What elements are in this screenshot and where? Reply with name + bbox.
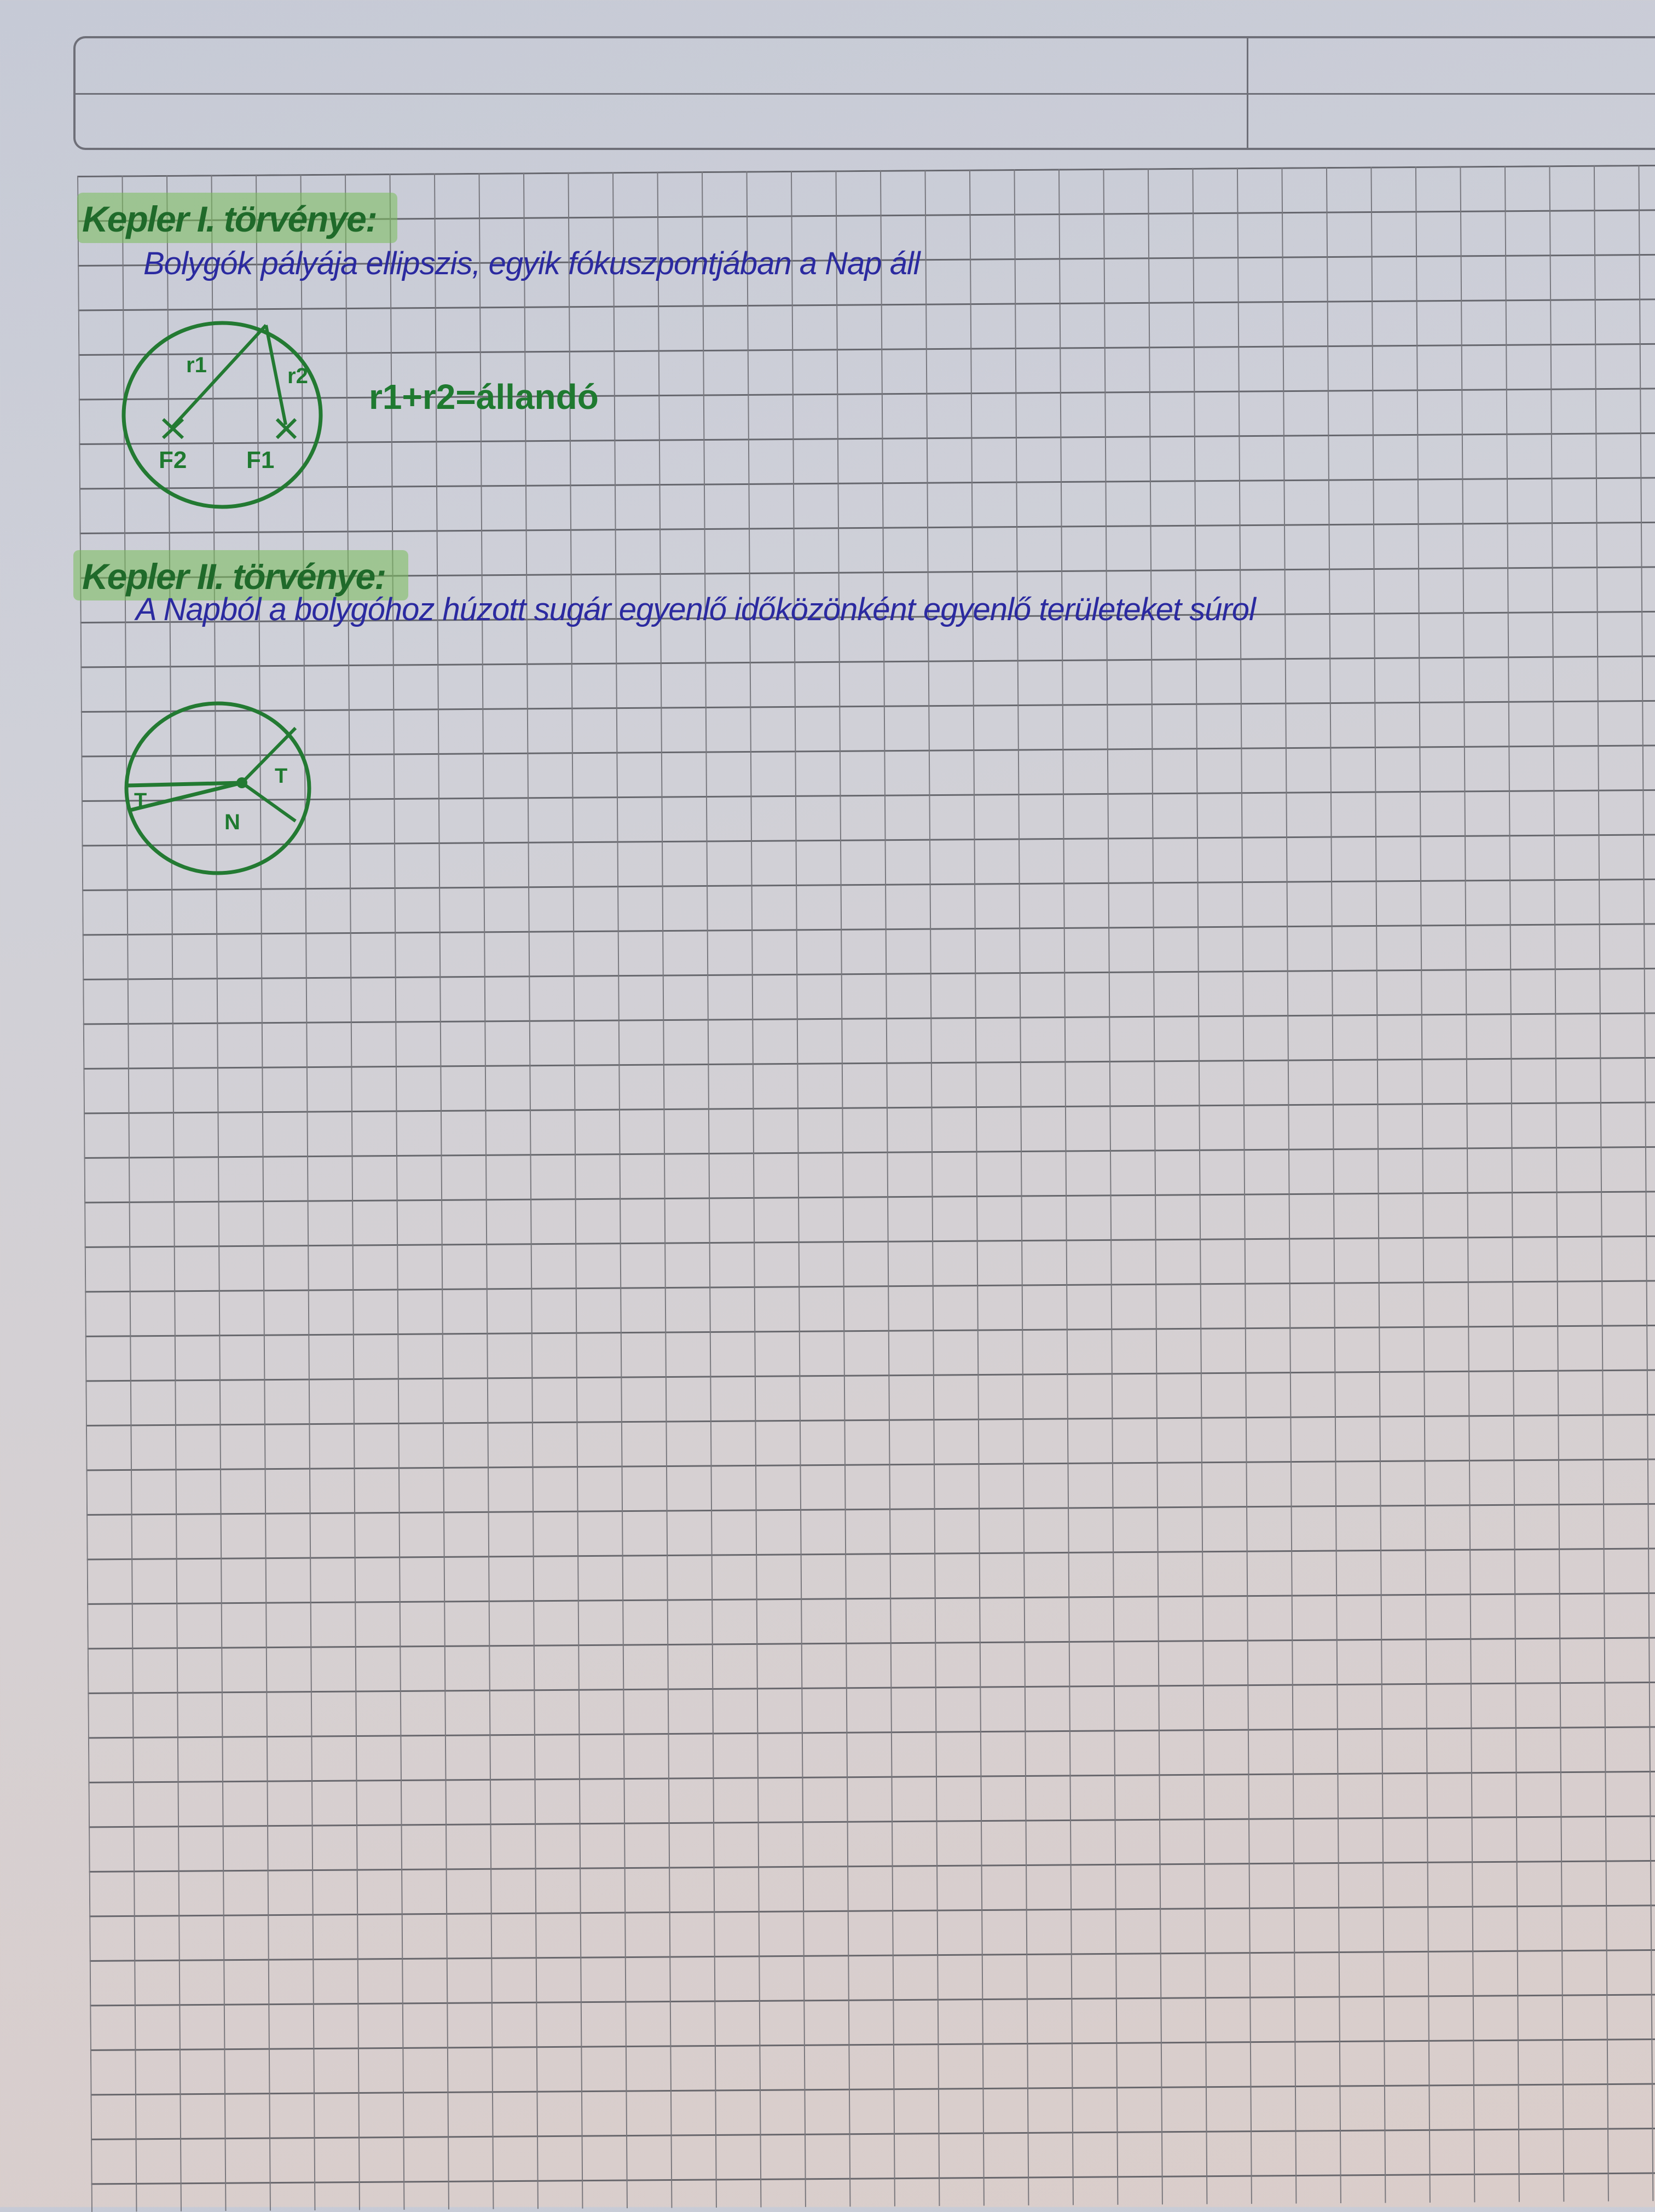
t-right-label: T	[275, 765, 287, 788]
r2-label: r2	[287, 364, 308, 388]
radius-line	[240, 726, 297, 784]
law1-formula: r1+r2=állandó	[369, 377, 599, 417]
orbit-ellipse	[121, 321, 323, 509]
sun-dot	[236, 777, 247, 788]
header-divider	[76, 93, 1655, 95]
radius-line	[241, 781, 297, 823]
header-column-divider	[1247, 38, 1248, 148]
f2-label: F2	[159, 447, 187, 473]
focus2-cross-icon	[161, 418, 184, 440]
t-left-label: T	[134, 789, 147, 812]
header-box	[73, 36, 1655, 150]
area-law-diagram: T T N	[124, 701, 311, 875]
r1-label: r1	[186, 353, 207, 377]
sun-label: N	[224, 810, 240, 834]
law2-statement: A Napból a bolygóhoz húzott sugár egyenl…	[136, 592, 1256, 627]
law1-statement: Bolygók pályája ellipszis, egyik fókuszp…	[143, 246, 921, 281]
law1-heading: Kepler I. törvénye:	[82, 199, 378, 239]
ellipse-diagram: r1 r2 F2 F1	[121, 321, 323, 509]
f1-label: F1	[246, 447, 274, 473]
